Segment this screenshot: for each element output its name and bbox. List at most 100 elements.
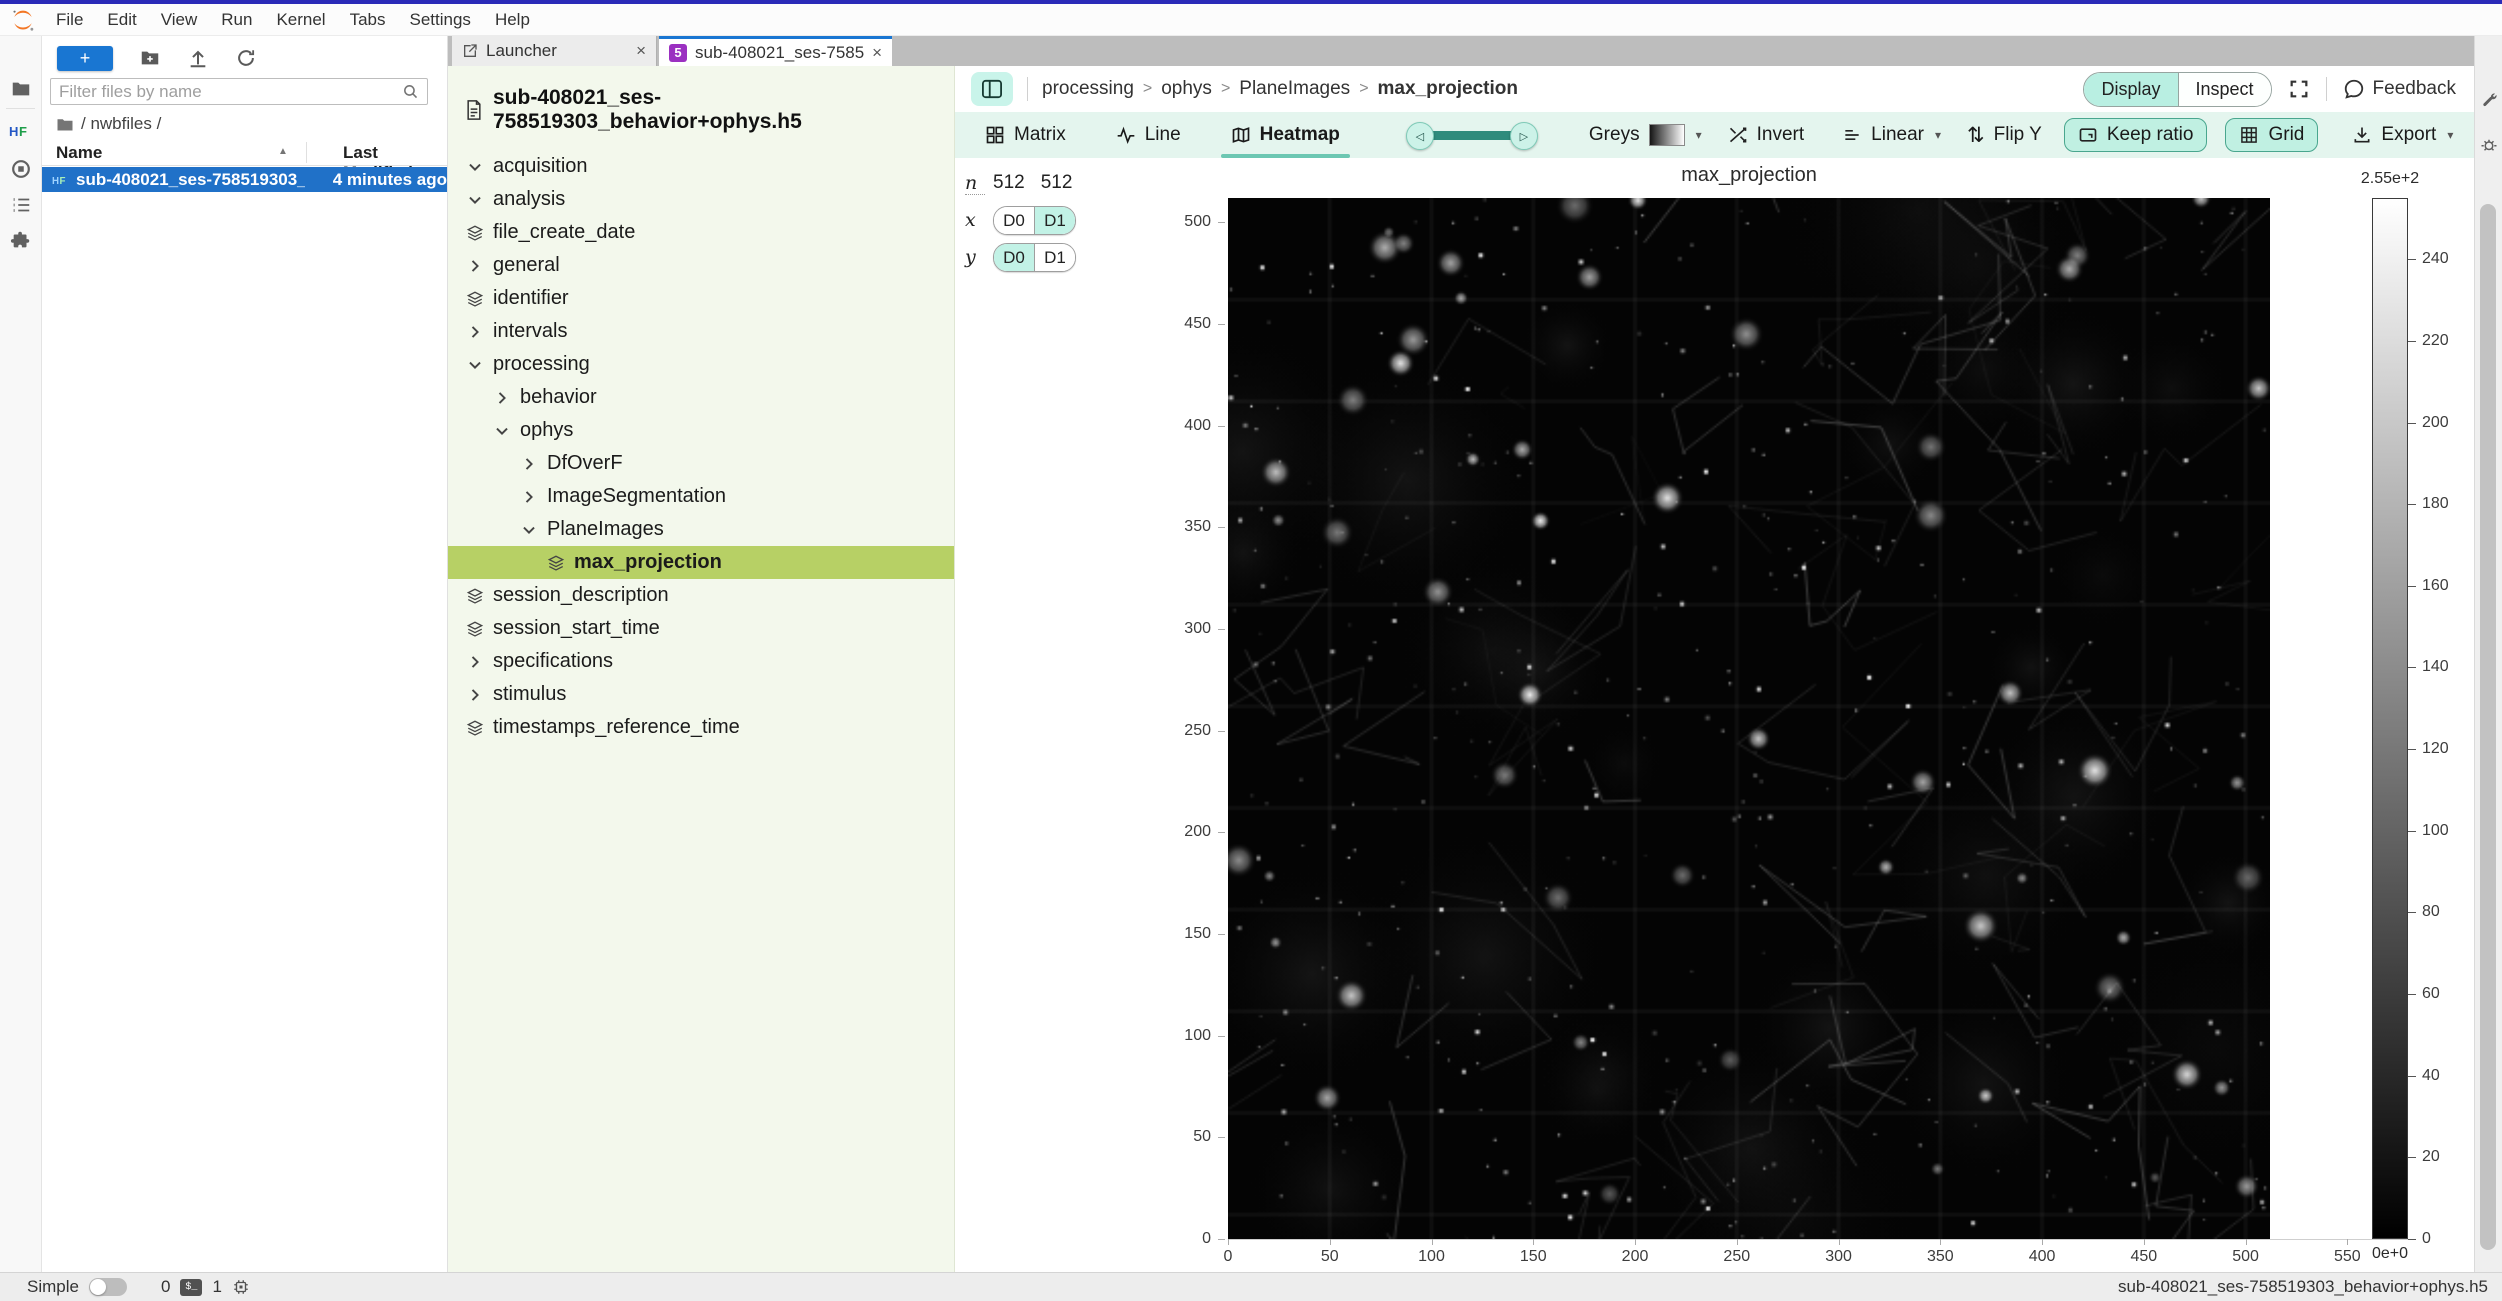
chevron-down-icon [520,521,538,539]
tree-item-ophys[interactable]: ophys [448,414,954,447]
invert-icon [1728,125,1748,145]
tree-item-stimulus[interactable]: stimulus [448,678,954,711]
tree-item-intervals[interactable]: intervals [448,315,954,348]
chevron-down-icon [466,191,484,209]
slider-min-handle[interactable]: ◁ [1406,122,1434,150]
file-browser-breadcrumb[interactable]: / nwbfiles / [56,114,161,134]
menu-run[interactable]: Run [209,10,264,30]
tree-item-session_description[interactable]: session_description [448,579,954,612]
x-option-D1[interactable]: D1 [1034,207,1075,234]
svg-text:F: F [19,124,27,139]
tab-heatmap[interactable]: Heatmap [1217,112,1354,158]
tree-item-acquisition[interactable]: acquisition [448,150,954,183]
colormap-selector[interactable]: Greys ▾ [1589,124,1702,146]
status-filename: sub-408021_ses-758519303_behavior+ophys.… [2118,1277,2488,1297]
menu-kernel[interactable]: Kernel [264,10,337,30]
grid-button[interactable]: Grid [2225,118,2318,152]
tree-item-general[interactable]: general [448,249,954,282]
breadcrumb-segment[interactable]: ophys [1161,78,1212,100]
menu-view[interactable]: View [149,10,210,30]
toggle-explorer-button[interactable] [971,72,1013,106]
tree-item-behavior[interactable]: behavior [448,381,954,414]
scale-selector[interactable]: Linear ▾ [1842,124,1941,146]
tab-matrix[interactable]: Matrix [971,112,1080,158]
folder-icon[interactable] [10,78,32,100]
tree-item-DfOverF[interactable]: DfOverF [448,447,954,480]
y-option-D0[interactable]: D0 [994,244,1034,271]
y-option-D1[interactable]: D1 [1034,244,1075,271]
scrollbar-thumb[interactable] [2480,204,2496,1250]
tab-launcher[interactable]: Launcher × [452,36,657,66]
column-header-name[interactable]: Name [56,143,102,163]
x-tick-mark [1940,1239,1941,1245]
tree-item-timestamps_reference_time[interactable]: timestamps_reference_time [448,711,954,744]
h5-tree: acquisitionanalysisfile_create_dategener… [448,150,954,744]
breadcrumb-separator: > [1359,80,1368,98]
y-dimension-toggle: D0D1 [993,243,1076,272]
feedback-bubble-icon [2343,78,2365,100]
tree-item-ImageSegmentation[interactable]: ImageSegmentation [448,480,954,513]
breadcrumb-segment[interactable]: PlaneImages [1239,78,1350,100]
tree-item-label: general [493,254,560,277]
tree-item-specifications[interactable]: specifications [448,645,954,678]
breadcrumb-segment[interactable]: processing [1042,78,1134,100]
debugger-icon[interactable] [2480,136,2498,154]
fullscreen-button[interactable] [2288,78,2310,100]
display-button[interactable]: Display [2084,73,2178,106]
x-option-D0[interactable]: D0 [994,207,1034,234]
close-icon[interactable]: × [636,41,646,61]
feedback-button[interactable]: Feedback [2343,78,2456,100]
tree-item-processing[interactable]: processing [448,348,954,381]
menu-tabs[interactable]: Tabs [338,10,398,30]
invert-button[interactable]: Invert [1728,124,1805,146]
close-icon[interactable]: × [872,43,882,63]
menu-edit[interactable]: Edit [95,10,148,30]
dim-0-size: 512 [993,172,1025,194]
slider-max-handle[interactable]: ▷ [1510,122,1538,150]
domain-slider[interactable]: ◁ ▷ [1406,121,1538,149]
x-tick-label: 250 [1707,1248,1767,1266]
upload-icon[interactable] [187,47,209,69]
terminal-icon[interactable]: $_ [180,1279,202,1296]
colorbar-tick-mark [2408,912,2416,913]
colorbar-tick-mark [2408,667,2416,668]
simple-mode-toggle[interactable] [89,1278,127,1296]
tree-item-file_create_date[interactable]: file_create_date [448,216,954,249]
filter-files-input[interactable] [51,82,402,102]
y-tick-mark [1218,1036,1225,1037]
tab-h5-file[interactable]: 5 sub-408021_ses-7585193 × [659,36,892,66]
h5-file-title[interactable]: sub-408021_ses-758519303_behavior+ophys.… [448,66,954,150]
feedback-label: Feedback [2373,78,2456,100]
flip-y-button[interactable]: ⇅ Flip Y [1967,123,2042,148]
file-browser-panel: + / nwbfiles / Name ▲ Last Modified H F … [42,36,448,1272]
table-of-contents-icon[interactable] [10,194,32,216]
jupyterlab-window: FileEditViewRunKernelTabsSettingsHelp H … [0,0,2502,1301]
file-row-selected[interactable]: H F sub-408021_ses-758519303_beha... 4 m… [42,167,447,192]
running-sessions-icon[interactable] [10,158,32,180]
tree-item-session_start_time[interactable]: session_start_time [448,612,954,645]
svg-text:H: H [9,124,18,139]
hdf5-icon[interactable]: H F [9,122,33,140]
breadcrumb-separator: > [1143,80,1152,98]
refresh-icon[interactable] [235,47,257,69]
launcher-icon [462,43,478,59]
tab-line[interactable]: Line [1102,112,1195,158]
menu-file[interactable]: File [44,10,95,30]
breadcrumb-segment[interactable]: max_projection [1378,78,1518,100]
extensions-icon[interactable] [10,229,32,251]
y-tick-label: 300 [1163,620,1211,638]
menu-help[interactable]: Help [483,10,542,30]
export-button[interactable]: Export ▾ [2352,124,2453,146]
menu-settings[interactable]: Settings [398,10,483,30]
tree-item-analysis[interactable]: analysis [448,183,954,216]
tree-item-PlaneImages[interactable]: PlaneImages [448,513,954,546]
inspect-button[interactable]: Inspect [2179,73,2271,106]
property-inspector-icon[interactable] [2480,92,2498,110]
new-folder-icon[interactable] [139,47,161,69]
new-launcher-button[interactable]: + [57,46,113,71]
kernel-chip-icon[interactable] [232,1278,250,1296]
tree-item-identifier[interactable]: identifier [448,282,954,315]
keep-ratio-button[interactable]: Keep ratio [2064,118,2208,152]
colorbar-tick-label: 200 [2422,414,2466,432]
tree-item-max_projection[interactable]: max_projection [448,546,954,579]
